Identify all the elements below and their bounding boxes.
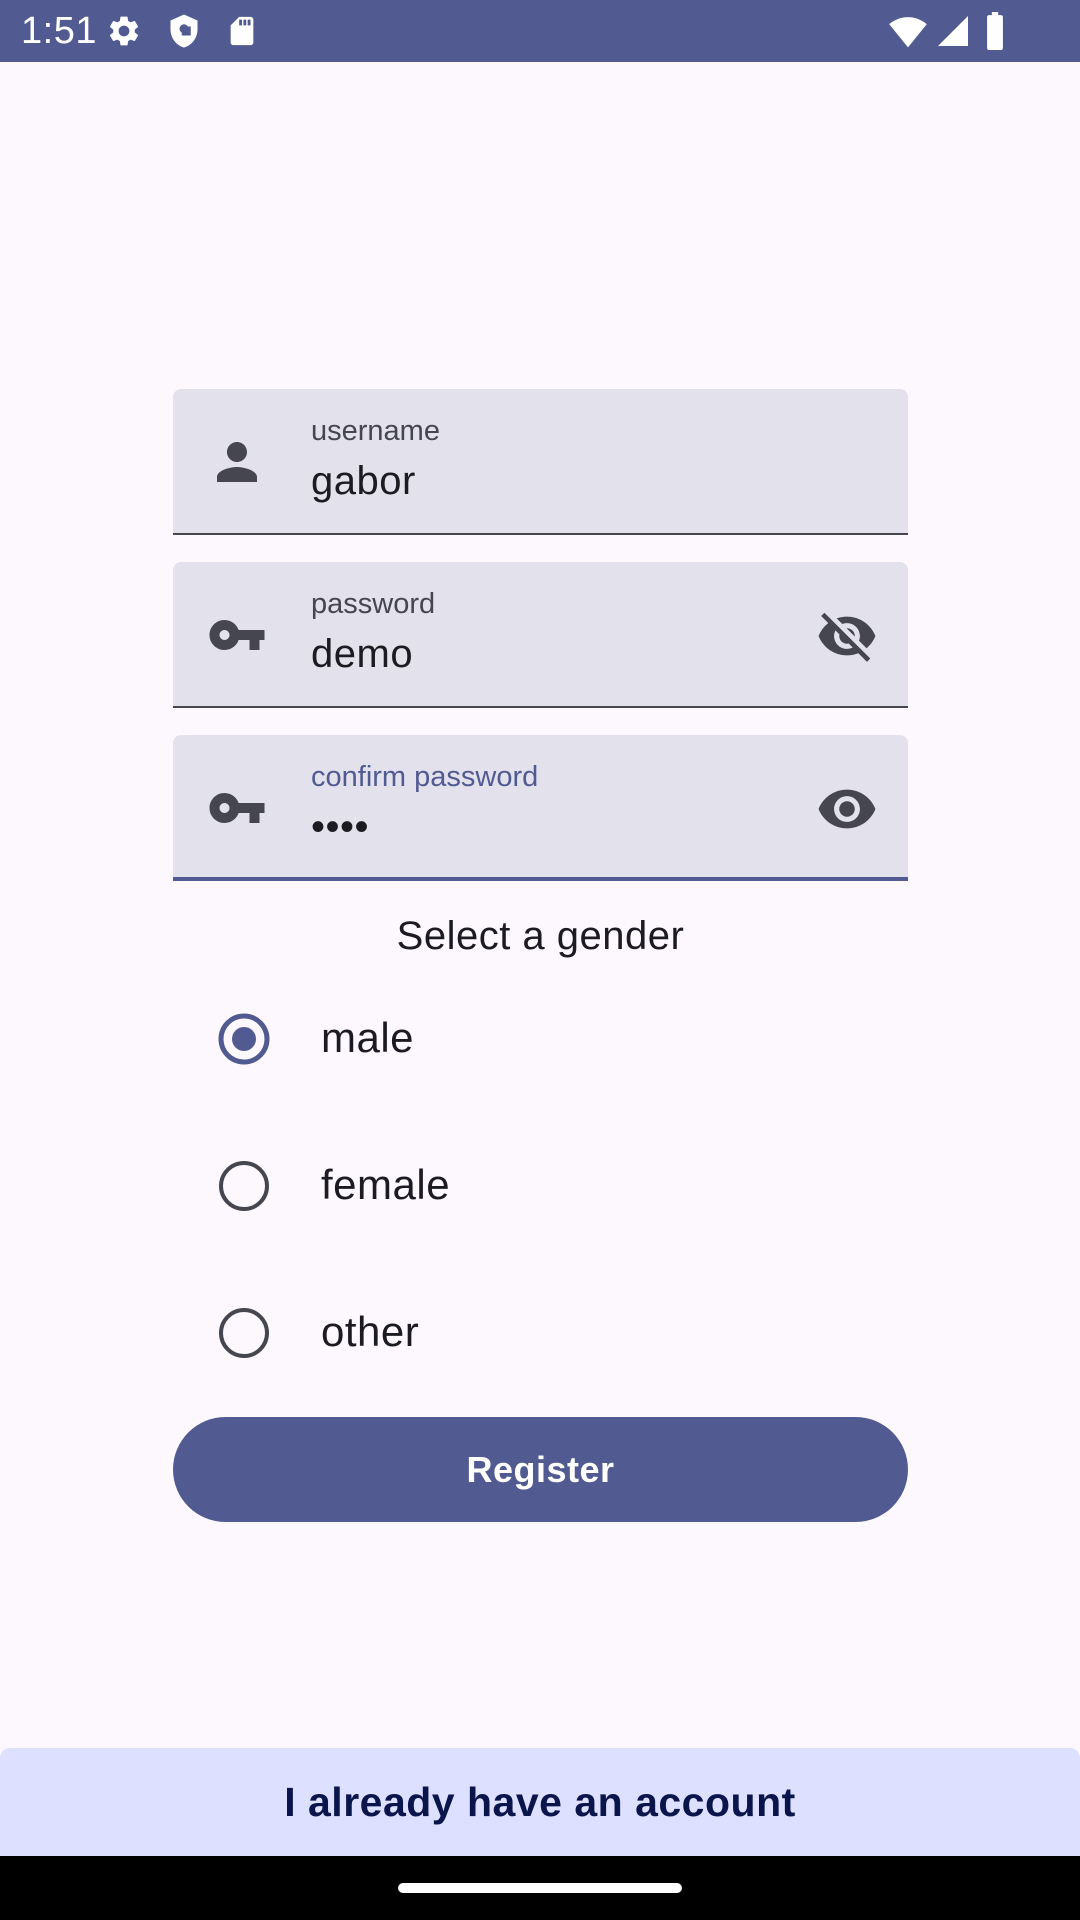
shield-icon [170,14,198,48]
person-icon [217,442,257,482]
password-input[interactable]: demo [311,628,413,680]
visibility-icon[interactable] [816,778,878,840]
radio-label-male: male [321,1014,415,1061]
gender-title: Select a gender [396,914,685,958]
radio-unselected-icon[interactable] [218,1160,270,1212]
radio-option-other[interactable]: other [173,1277,908,1387]
password-label: password [311,588,436,620]
username-input[interactable]: gabor [311,455,416,507]
radio-label-other: other [321,1308,420,1355]
radio-selected-icon[interactable] [218,1013,270,1065]
username-field[interactable]: username gabor [173,389,908,535]
navigation-bar [0,1856,1080,1920]
gear-icon [109,16,139,46]
home-indicator[interactable] [398,1883,682,1893]
status-bar: 1:51 [0,0,1080,62]
confirm-password-label: confirm password [311,761,539,793]
battery-icon [987,12,1003,50]
radio-option-male[interactable]: male [173,983,908,1093]
already-have-account-button[interactable]: I already have an account [0,1748,1080,1856]
cellular-signal-icon [938,16,968,46]
username-label: username [311,415,440,447]
radio-option-female[interactable]: female [173,1130,908,1240]
radio-label-female: female [321,1161,451,1208]
status-time: 1:51 [21,10,97,52]
radio-unselected-icon[interactable] [218,1307,270,1359]
key-icon [209,620,265,650]
confirm-password-input[interactable]: •••• [311,801,369,853]
confirm-password-field[interactable]: confirm password •••• [173,735,908,881]
sd-card-icon [230,16,254,46]
wifi-icon [889,17,927,48]
password-field[interactable]: password demo [173,562,908,708]
register-button[interactable]: Register [173,1417,908,1522]
visibility-off-icon[interactable] [816,605,878,667]
key-icon [209,793,265,823]
